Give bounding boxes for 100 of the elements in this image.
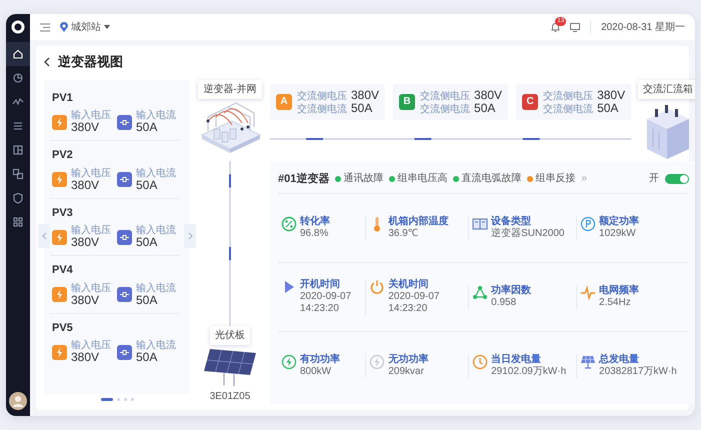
metric-label: 功率因数 [491,285,532,297]
value-text: 380V [597,88,626,102]
plug-icon [117,344,132,360]
page-title: 逆变器视图 [58,53,123,71]
menu-button[interactable] [40,22,50,32]
value-label: 输入电压 [71,340,111,351]
phase-letter: A [276,94,292,110]
copy-icon [12,168,24,180]
metric-label: 设备类型 [491,216,532,228]
clock-icon [472,354,488,370]
value-text: 380V [71,236,100,249]
pulse-icon [580,285,596,301]
value-text: 50A [597,102,618,114]
notification-button[interactable] [551,22,560,32]
alarm-label: 组串反接 [535,172,576,186]
node-label: 交流汇流箱 [638,80,695,98]
string-name: PV3 [52,206,74,220]
menu-icon [40,22,50,32]
chevron-left-icon [42,232,46,240]
switch-label: 开 [649,172,660,186]
string-name: PV2 [52,148,74,163]
inverter-title: #01逆变器 [278,172,330,186]
chevron-right-icon [188,232,192,240]
value-text: 380V [71,294,100,306]
value-text: 380V [351,88,380,102]
line-chart-icon [12,96,24,108]
metric-value: 29102.09万kW·h [491,366,566,378]
metric-label: 总发电量 [599,354,640,366]
plug-icon [117,114,132,130]
panel-id: 3E01Z05 [210,390,250,404]
metric-label: 额定功率 [599,216,640,228]
p-circle-icon [580,216,596,232]
value-label: 输入电流 [136,168,176,178]
value-text: 50A [136,236,158,249]
value-label: 输入电压 [71,282,111,294]
value-text: 380V [71,121,100,134]
bolt-icon [52,172,67,187]
bell-icon [551,22,560,32]
bolt-circle-icon [369,354,386,370]
cabinet-icon [472,216,488,232]
pie-chart-icon [12,72,24,84]
home-icon [12,48,24,60]
bolt-icon [52,230,67,244]
value-label: 输入电压 [71,110,111,121]
value-text: 380V [474,88,502,102]
phase-letter: C [522,94,538,110]
plug-icon [117,287,132,302]
metric-value: 2020-09-07 14:23:20 [388,291,440,315]
pager-dot[interactable] [116,398,120,400]
value-label: 交流侧电压 [297,90,347,102]
monitor-icon [570,22,580,32]
chevron-left-icon [44,56,50,67]
value-text: 50A [136,351,158,364]
layout-icon [12,144,24,156]
phase-letter: B [399,94,416,110]
node-label: 逆变器-并网 [198,80,262,98]
list-icon [12,120,24,132]
value-text: 50A [136,294,158,306]
metric-value: 1029kW [599,228,637,240]
bolt-icon [52,344,67,360]
value-text: 50A [351,102,372,114]
screen-button[interactable] [570,22,580,32]
alarm-label: 通讯故障 [343,172,384,186]
pager-dot[interactable] [130,398,134,400]
nodes-icon [472,285,488,301]
value-text: 50A [136,178,158,192]
alarm-label: 直流电弧故障 [461,172,522,186]
bolt-circle-icon [281,354,297,370]
station-dropdown[interactable]: 城郊站 [60,20,110,34]
power-icon [369,279,386,295]
value-label: 交流侧电流 [420,104,470,114]
string-name: PV1 [52,90,74,106]
metric-label: 关机时间 [388,279,430,291]
value-label: 输入电流 [136,340,176,351]
sidebar-item[interactable] [6,42,30,66]
string-name: PV5 [52,320,74,336]
logo-icon [11,20,25,34]
value-label: 交流侧电流 [543,104,594,114]
value-label: 输入电压 [71,168,111,178]
value-label: 输入电流 [136,110,176,121]
value-label: 交流侧电压 [543,90,594,102]
value-text: 380V [71,351,100,364]
back-button[interactable] [44,56,50,67]
value-text: 50A [136,121,158,134]
value-label: 输入电流 [136,282,176,294]
metric-label: 有功功率 [300,354,340,366]
metric-label: 开机时间 [300,279,341,291]
pager-dot[interactable] [124,398,126,400]
solar-panel-icon [580,354,596,370]
avatar-icon [9,392,27,410]
location-pin-icon [60,22,68,32]
metric-value: 0.958 [491,297,518,309]
plug-icon [117,172,132,187]
metric-value: 逆变器SUN2000 [491,228,564,240]
value-text: 50A [474,102,496,114]
alarm-label: 组串电压高 [397,172,448,186]
value-label: 交流侧电压 [420,90,470,102]
toggle-switch[interactable] [665,174,690,184]
caret-icon [104,25,110,29]
metric-value: 2.54Hz [599,297,632,309]
